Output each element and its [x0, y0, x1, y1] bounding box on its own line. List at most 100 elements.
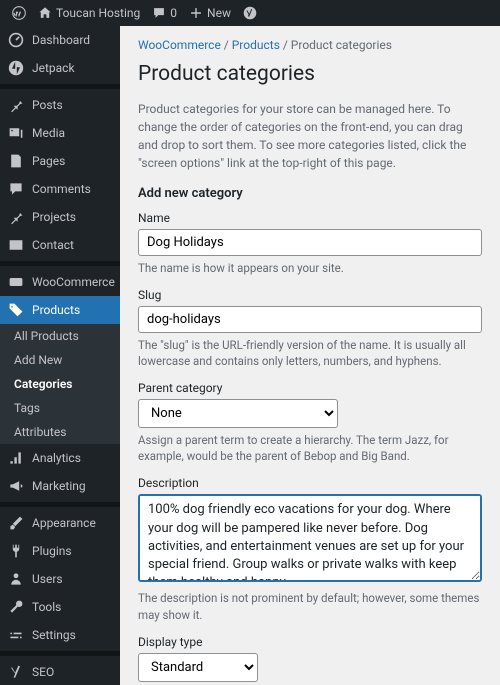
products-icon: [8, 302, 24, 318]
sidebar-item-label: Analytics: [32, 451, 81, 465]
slug-label: Slug: [138, 288, 482, 302]
sidebar-item-settings[interactable]: Settings: [0, 621, 120, 649]
breadcrumb: WooCommerce / Products / Product categor…: [138, 38, 482, 52]
sidebar-item-jetpack[interactable]: Jetpack: [0, 54, 120, 82]
page-icon: [8, 153, 24, 169]
sidebar-item-marketing[interactable]: Marketing: [0, 472, 120, 500]
plus-icon: [189, 6, 203, 20]
display-type-select[interactable]: Standard: [138, 653, 258, 682]
sidebar-item-label: Marketing: [32, 479, 86, 493]
pin-icon: [8, 97, 24, 113]
submenu-tags[interactable]: Tags: [0, 396, 120, 420]
submenu-attributes[interactable]: Attributes: [0, 420, 120, 444]
page-intro: Product categories for your store can be…: [138, 100, 482, 172]
display-type-label: Display type: [138, 635, 482, 649]
submenu-add-new[interactable]: Add New: [0, 348, 120, 372]
submenu-all-products[interactable]: All Products: [0, 324, 120, 348]
site-home-link[interactable]: Toucan Hosting: [32, 6, 146, 20]
main-content: WooCommerce / Products / Product categor…: [120, 26, 500, 685]
sidebar-item-contact[interactable]: Contact: [0, 231, 120, 259]
slug-input[interactable]: [138, 306, 482, 333]
new-label: New: [207, 6, 231, 20]
menu-separator: [0, 651, 120, 656]
description-textarea[interactable]: [138, 494, 482, 582]
sidebar-item-dashboard[interactable]: Dashboard: [0, 26, 120, 54]
sidebar-item-label: Products: [32, 303, 80, 317]
sidebar-item-label: Dashboard: [32, 33, 90, 47]
submenu-categories[interactable]: Categories: [0, 372, 120, 396]
wordpress-icon: [12, 6, 26, 20]
new-content-link[interactable]: New: [183, 6, 237, 20]
sidebar-item-label: WooCommerce: [32, 275, 115, 289]
settings-icon: [8, 627, 24, 643]
breadcrumb-current: Product categories: [291, 38, 392, 52]
menu-separator: [0, 502, 120, 507]
slug-help: The "slug" is the URL-friendly version o…: [138, 337, 482, 369]
sidebar-item-users[interactable]: Users: [0, 565, 120, 593]
menu-separator: [0, 84, 120, 89]
megaphone-icon: [8, 478, 24, 494]
sidebar-item-label: Media: [32, 126, 65, 140]
home-icon: [38, 6, 52, 20]
page-title: Product categories: [138, 62, 482, 86]
sidebar-item-plugins[interactable]: Plugins: [0, 537, 120, 565]
admin-sidebar: Dashboard Jetpack Posts Media Pages Comm…: [0, 26, 120, 685]
breadcrumb-woocommerce[interactable]: WooCommerce: [138, 38, 221, 52]
field-slug: Slug The "slug" is the URL-friendly vers…: [138, 288, 482, 369]
sidebar-item-posts[interactable]: Posts: [0, 91, 120, 119]
description-help: The description is not prominent by defa…: [138, 590, 482, 622]
parent-select[interactable]: None: [138, 399, 338, 428]
sidebar-item-label: Projects: [32, 210, 76, 224]
sidebar-item-label: Users: [32, 572, 63, 586]
products-submenu: All Products Add New Categories Tags Att…: [0, 324, 120, 444]
sidebar-item-label: Tools: [32, 600, 61, 614]
sidebar-item-tools[interactable]: Tools: [0, 593, 120, 621]
section-heading: Add new category: [138, 186, 482, 201]
sidebar-item-pages[interactable]: Pages: [0, 147, 120, 175]
menu-separator: [0, 261, 120, 266]
name-label: Name: [138, 211, 482, 225]
sidebar-item-seo[interactable]: SEO: [0, 658, 120, 685]
mail-icon: [8, 237, 24, 253]
parent-label: Parent category: [138, 381, 482, 395]
jetpack-icon: [8, 60, 24, 76]
name-help: The name is how it appears on your site.: [138, 260, 482, 276]
sidebar-item-analytics[interactable]: Analytics: [0, 444, 120, 472]
field-parent: Parent category None Assign a parent ter…: [138, 381, 482, 464]
sidebar-item-projects[interactable]: Projects: [0, 203, 120, 231]
analytics-icon: [8, 450, 24, 466]
woo-icon: [8, 274, 24, 290]
brush-icon: [8, 515, 24, 531]
sidebar-item-label: Contact: [32, 238, 74, 252]
wrench-icon: [8, 599, 24, 615]
sidebar-item-media[interactable]: Media: [0, 119, 120, 147]
comments-icon: [8, 181, 24, 197]
sidebar-item-label: Plugins: [32, 544, 72, 558]
description-label: Description: [138, 476, 482, 490]
sidebar-item-label: Appearance: [32, 516, 96, 530]
sidebar-item-label: Comments: [32, 182, 91, 196]
yoast-link[interactable]: [237, 6, 263, 20]
site-name: Toucan Hosting: [56, 6, 140, 20]
sidebar-item-comments[interactable]: Comments: [0, 175, 120, 203]
comment-icon: [152, 6, 166, 20]
sidebar-item-products[interactable]: Products: [0, 296, 120, 324]
sidebar-item-label: SEO: [32, 665, 54, 679]
field-display-type: Display type Standard: [138, 635, 482, 682]
yoast-seo-icon: [8, 664, 24, 680]
sidebar-item-label: Pages: [32, 154, 65, 168]
media-icon: [8, 125, 24, 141]
sidebar-item-woocommerce[interactable]: WooCommerce: [0, 268, 120, 296]
wp-logo[interactable]: [6, 6, 32, 20]
sidebar-item-label: Settings: [32, 628, 76, 642]
users-icon: [8, 571, 24, 587]
dashboard-icon: [8, 32, 24, 48]
sidebar-item-appearance[interactable]: Appearance: [0, 509, 120, 537]
parent-help: Assign a parent term to create a hierarc…: [138, 432, 482, 464]
name-input[interactable]: [138, 229, 482, 256]
comments-count: 0: [170, 6, 177, 20]
breadcrumb-products[interactable]: Products: [232, 38, 280, 52]
projects-icon: [8, 209, 24, 225]
yoast-icon: [243, 6, 257, 20]
comments-link[interactable]: 0: [146, 6, 183, 20]
